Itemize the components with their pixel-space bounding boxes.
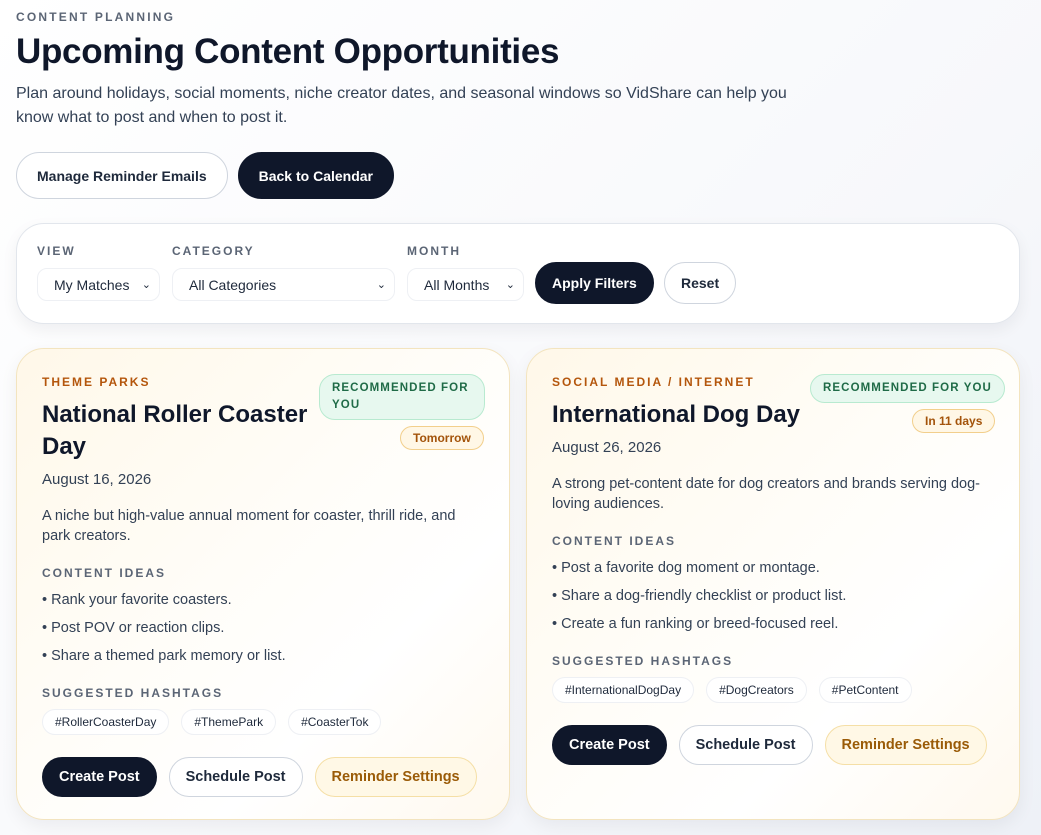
reminder-settings-button[interactable]: Reminder Settings	[824, 725, 987, 765]
category-filter-label: CATEGORY	[172, 244, 255, 258]
create-post-button[interactable]: Create Post	[552, 725, 667, 765]
card-date: August 16, 2026	[42, 471, 152, 488]
manage-reminder-emails-button[interactable]: Manage Reminder Emails	[16, 152, 228, 199]
apply-filters-button[interactable]: Apply Filters	[535, 262, 654, 304]
content-idea-item: • Post POV or reaction clips.	[42, 620, 225, 636]
card-date: August 26, 2026	[552, 439, 662, 456]
days-until-badge: In 11 days	[912, 409, 996, 433]
content-idea-item: • Share a themed park memory or list.	[42, 648, 286, 664]
hashtag-chip[interactable]: #RollerCoasterDay	[42, 709, 170, 735]
card-actions: Create Post Schedule Post Reminder Setti…	[42, 757, 477, 797]
top-actions: Manage Reminder Emails Back to Calendar	[16, 152, 394, 199]
card-title: National Roller Coaster Day	[42, 401, 308, 460]
recommended-badge: RECOMMENDED FOR YOU	[319, 374, 485, 420]
hashtag-chip[interactable]: #ThemePark	[181, 709, 277, 735]
opportunity-card: SOCIAL MEDIA / INTERNET International Do…	[526, 348, 1020, 820]
view-filter-label: VIEW	[37, 244, 76, 258]
page-subtitle: Plan around holidays, social moments, ni…	[16, 85, 787, 126]
schedule-post-button[interactable]: Schedule Post	[678, 725, 813, 765]
view-select[interactable]: My Matches ⌄	[37, 268, 160, 301]
content-idea-item: • Share a dog-friendly checklist or prod…	[552, 588, 847, 604]
recommended-badge: RECOMMENDED FOR YOU	[810, 374, 1005, 403]
chevron-down-icon: ⌄	[141, 279, 151, 291]
create-post-button[interactable]: Create Post	[42, 757, 157, 797]
hashtag-list: #RollerCoasterDay #ThemePark #CoasterTok	[42, 709, 382, 735]
hashtag-chip[interactable]: #PetContent	[818, 677, 912, 703]
card-description: A strong pet-content date for dog creato…	[552, 476, 981, 512]
month-filter-label: MONTH	[407, 244, 461, 258]
hashtag-list: #InternationalDogDay #DogCreators #PetCo…	[552, 677, 912, 703]
days-until-badge: Tomorrow	[400, 426, 484, 450]
month-select[interactable]: All Months ⌄	[407, 268, 524, 301]
reset-filters-button[interactable]: Reset	[664, 262, 737, 304]
content-ideas-list: • Post a favorite dog moment or montage.…	[552, 558, 846, 642]
suggested-hashtags-label: SUGGESTED HASHTAGS	[42, 686, 224, 700]
chevron-down-icon: ⌄	[376, 279, 386, 291]
content-idea-item: • Create a fun ranking or breed-focused …	[552, 616, 839, 632]
view-select-value: My Matches	[54, 276, 130, 293]
hashtag-chip[interactable]: #DogCreators	[706, 677, 807, 703]
page-eyebrow: CONTENT PLANNING	[16, 10, 176, 24]
card-actions: Create Post Schedule Post Reminder Setti…	[552, 725, 987, 765]
opportunity-card: THEME PARKS National Roller Coaster Day …	[16, 348, 510, 820]
schedule-post-button[interactable]: Schedule Post	[168, 757, 303, 797]
card-category: SOCIAL MEDIA / INTERNET	[552, 375, 755, 389]
content-ideas-label: CONTENT IDEAS	[552, 534, 677, 548]
back-to-calendar-button[interactable]: Back to Calendar	[237, 152, 394, 199]
hashtag-chip[interactable]: #CoasterTok	[288, 709, 382, 735]
content-idea-item: • Rank your favorite coasters.	[42, 592, 232, 608]
category-filter: CATEGORY All Categories ⌄	[172, 244, 395, 301]
content-ideas-list: • Rank your favorite coasters. • Post PO…	[42, 590, 286, 674]
chevron-down-icon: ⌄	[505, 279, 515, 291]
card-title: International Dog Day	[552, 401, 801, 428]
content-ideas-label: CONTENT IDEAS	[42, 566, 167, 580]
month-filter: MONTH All Months ⌄	[407, 244, 524, 301]
view-filter: VIEW My Matches ⌄	[37, 244, 160, 301]
filter-bar: VIEW My Matches ⌄ CATEGORY All Categorie…	[16, 223, 1020, 324]
page-title: Upcoming Content Opportunities	[16, 32, 560, 71]
reminder-settings-button[interactable]: Reminder Settings	[314, 757, 477, 797]
card-description: A niche but high-value annual moment for…	[42, 508, 456, 544]
category-select-value: All Categories	[189, 276, 277, 293]
month-select-value: All Months	[424, 276, 490, 293]
suggested-hashtags-label: SUGGESTED HASHTAGS	[552, 654, 734, 668]
content-idea-item: • Post a favorite dog moment or montage.	[552, 560, 820, 576]
hashtag-chip[interactable]: #InternationalDogDay	[552, 677, 695, 703]
category-select[interactable]: All Categories ⌄	[172, 268, 395, 301]
card-category: THEME PARKS	[42, 375, 151, 389]
